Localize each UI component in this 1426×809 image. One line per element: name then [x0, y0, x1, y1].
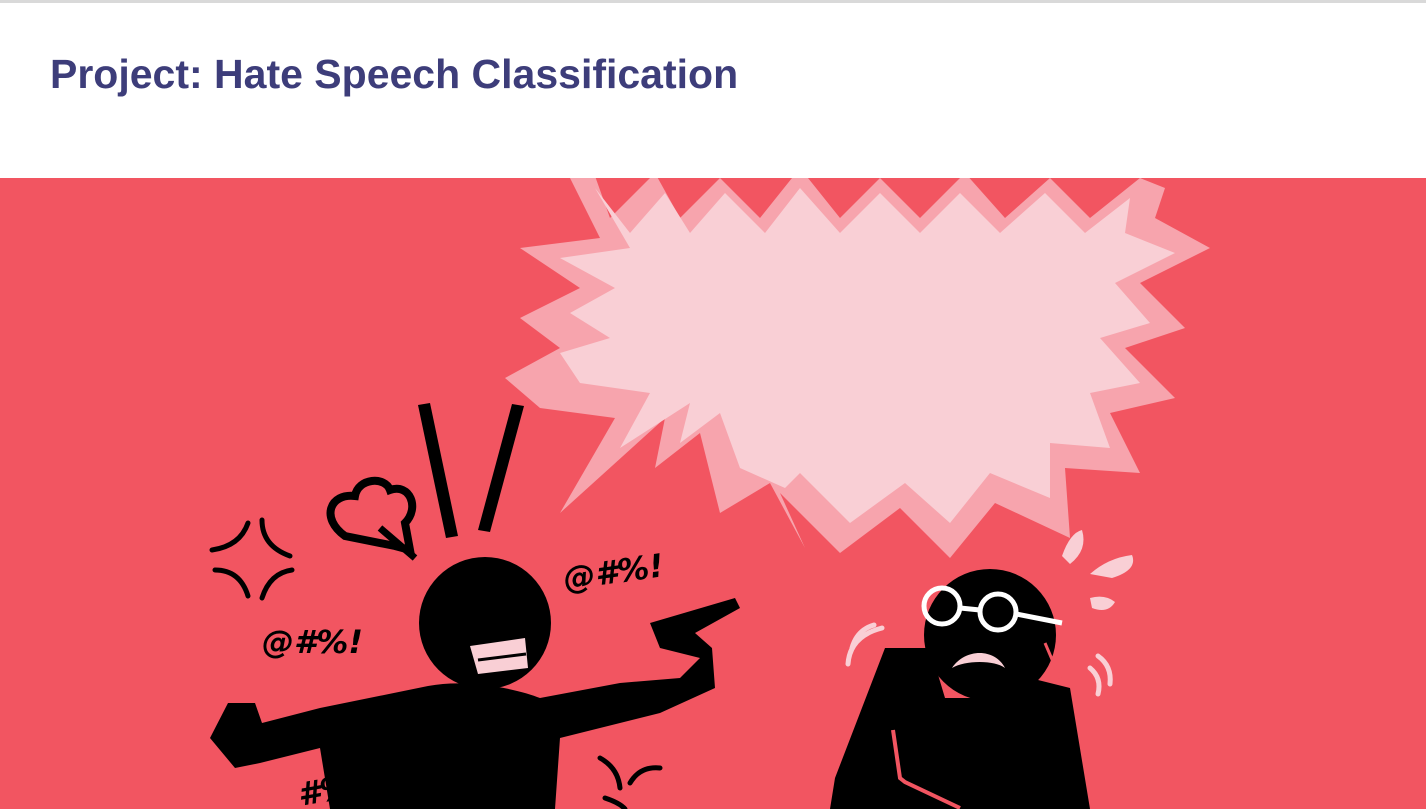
hero-image: @#%! @#%! #%!: [0, 178, 1426, 809]
project-page: Project: Hate Speech Classification @#%!…: [0, 0, 1426, 809]
cursing-symbols-1: @#%!: [262, 623, 363, 661]
page-title: Project: Hate Speech Classification: [50, 51, 739, 97]
top-divider: [0, 0, 1426, 3]
